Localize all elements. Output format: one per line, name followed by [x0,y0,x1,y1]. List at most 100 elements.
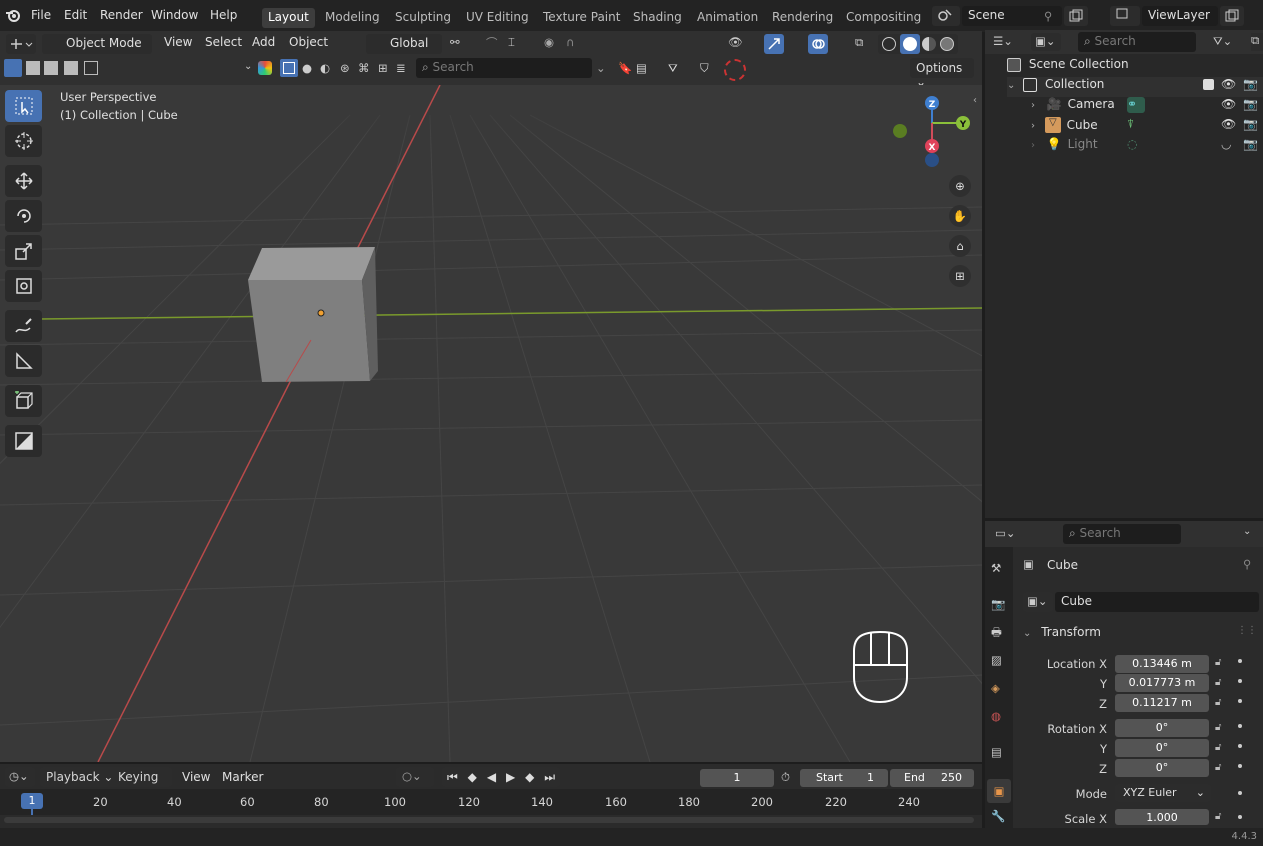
measure-tool[interactable] [5,345,42,377]
scale-tool[interactable] [5,235,42,267]
tab-uv-editing[interactable]: UV Editing [460,8,535,28]
tab-animation[interactable]: Animation [691,8,764,28]
blender-logo-icon[interactable] [5,7,21,23]
sidebar-toggle-icon[interactable]: ‹ [973,95,977,106]
transform-tool[interactable] [5,270,42,302]
tab-sculpting[interactable]: Sculpting [389,8,457,28]
menu-file[interactable]: File [31,8,51,22]
menu-window[interactable]: Window [151,8,198,22]
material-shading-icon[interactable] [922,37,936,51]
mode-dropdown[interactable]: Object Mode [42,34,152,54]
editor-type-button[interactable] [6,34,36,54]
jump-end-icon[interactable]: ⏭ [544,770,555,785]
lock-icon[interactable]: 🔓︎ [1215,762,1221,773]
3d-viewport[interactable]: User Perspective (1) Collection | Cube Z… [0,85,982,762]
keyframe-dot-icon[interactable] [1238,724,1242,728]
play-icon[interactable]: ▶ [506,770,515,784]
pin-icon[interactable]: ⚲ [1044,9,1052,23]
proportional-edit-icon[interactable]: ◉ [544,35,554,49]
rotation-mode-dropdown[interactable]: XYZ Euler ⌄ [1115,784,1211,802]
auto-keying-icon[interactable]: ○⌄ [396,767,434,787]
view-layer-selector-button[interactable] [1110,6,1140,26]
keyframe-dot-icon[interactable] [1238,679,1242,683]
select-mode-extend-icon[interactable] [26,61,40,75]
pin-icon[interactable]: ⚲ [1243,557,1251,571]
visibility-icon[interactable]: 👁 [728,35,743,49]
object-name-field[interactable]: Cube [1055,592,1259,612]
navigation-gizmo[interactable]: Z Y X [885,93,980,173]
select-box-tool[interactable] [5,90,42,122]
keyframe-dot-icon[interactable] [1238,815,1242,819]
options-dropdown[interactable]: Options ⌄ [910,58,974,89]
lock-icon[interactable]: 🔓︎ [1215,657,1221,668]
filter-volume-icon[interactable]: ⊞ [378,61,388,75]
outliner-editor-type-icon[interactable]: ☰⌄ [993,34,1013,48]
lock-icon[interactable]: 🔓︎ [1215,677,1221,688]
location-x-field[interactable]: 0.13446 m [1115,655,1209,673]
new-view-layer-button[interactable] [1220,6,1244,26]
filter-mesh-button[interactable] [280,59,298,77]
lock-icon[interactable]: 🔓︎ [1215,742,1221,753]
next-keyframe-icon[interactable]: ◆ [525,770,534,784]
properties-options-icon[interactable]: ⌄ [1243,526,1251,537]
viewport-menu-view[interactable]: View [164,35,192,49]
pan-hand-icon[interactable]: ✋ [949,205,971,227]
viewport-menu-add[interactable]: Add [252,35,275,49]
move-tool[interactable] [5,165,42,197]
falloff-icon[interactable]: ∩ [566,35,574,49]
camera-view-tool[interactable] [5,425,42,457]
funnel-filter-icon[interactable]: ⛛ [668,61,678,76]
menu-render[interactable]: Render [100,8,143,22]
lock-icon[interactable]: 🔓︎ [1215,811,1221,822]
bookmark-icon[interactable]: 🔖 [618,61,632,75]
tab-rendering[interactable]: Rendering [766,8,839,28]
expand-chevron-icon[interactable]: › [1031,140,1035,151]
rotate-tool[interactable] [5,200,42,232]
stopwatch-icon[interactable]: ⏱ [781,770,790,785]
filter-text-icon[interactable]: ≣ [396,61,406,75]
collection-row[interactable]: ⌄ Collection 👁 📷 [1007,77,1263,97]
filter-icon[interactable]: ⛛⌄ [1213,34,1232,49]
solid-shading-button[interactable] [900,34,920,54]
eye-icon[interactable]: 👁 [1221,77,1236,91]
view-layer-tab-icon[interactable]: ▨ [991,653,1002,667]
select-mode-new-button[interactable] [4,59,22,77]
viewport-menu-select[interactable]: Select [205,35,242,49]
current-frame-field[interactable]: 1 [700,769,774,787]
scale-x-field[interactable]: 1.000 [1115,809,1209,825]
drag-handle-icon[interactable]: ⋮⋮ [1237,625,1257,636]
expand-chevron-icon[interactable]: › [1031,100,1035,111]
playhead[interactable]: 1 [21,793,43,809]
light-data-icon[interactable]: ◌ [1127,137,1137,151]
eye-icon[interactable]: 👁 [1221,97,1236,111]
viewport-search-input[interactable]: ⌕ Search [416,58,592,78]
eye-icon[interactable]: 👁 [1221,117,1236,131]
camera-view-icon[interactable]: ⌂ [949,235,971,257]
menu-help[interactable]: Help [210,8,237,22]
camera-render-icon[interactable]: 📷 [1243,77,1258,91]
object-tab-icon[interactable]: ▣ [987,779,1011,803]
filter-list-icon[interactable]: ▤ [636,61,647,75]
filter-lattice-icon[interactable]: ⌘ [358,61,370,75]
tab-compositing[interactable]: Compositing [840,8,927,28]
scene-tab-icon[interactable]: ◈ [991,681,1000,695]
annotate-tool[interactable] [5,310,42,342]
timeline-scrollbar[interactable] [4,817,974,823]
keyframe-dot-icon[interactable] [1238,659,1242,663]
transform-panel-header[interactable]: ⌄ Transform ⋮⋮ [1023,625,1259,645]
view-layer-name-field[interactable]: ViewLayer [1142,6,1218,26]
select-mode-subtract-icon[interactable] [44,61,58,75]
gizmo-toggle-button[interactable] [764,34,784,54]
end-frame-field[interactable]: End 250 [890,769,974,787]
tab-modeling[interactable]: Modeling [319,8,386,28]
jump-start-icon[interactable]: ⏮ [447,770,458,785]
world-tab-icon[interactable]: ◍ [991,709,1001,723]
tool-tab-icon[interactable]: ⚒ [991,561,1001,575]
select-mode-invert-icon[interactable] [64,61,78,75]
outliner-search-input[interactable]: ⌕ Search [1078,32,1196,52]
overlays-toggle-button[interactable] [808,34,828,54]
playback-dropdown[interactable]: Playback ⌄ [40,767,122,787]
properties-editor-type-icon[interactable]: ▭⌄ [995,526,1016,540]
rotation-z-field[interactable]: 0° [1115,759,1209,777]
viewport-menu-object[interactable]: Object [289,35,328,49]
